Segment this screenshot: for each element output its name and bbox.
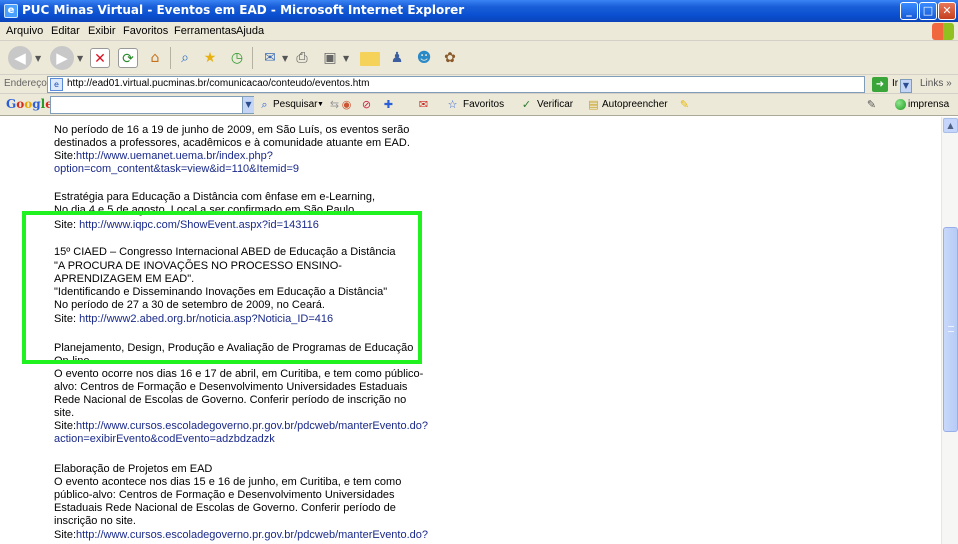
mail-alert-icon[interactable]: ✉ bbox=[417, 98, 430, 111]
scroll-up-icon[interactable]: ▲ bbox=[943, 118, 958, 133]
content-line: Site:http://www.cursos.escoladegoverno.p… bbox=[54, 529, 429, 541]
content-line: Rede Nacional de Escolas de Governo. Con… bbox=[54, 394, 407, 406]
toolbar: ◀ ▼ ▶ ▼ ✕ ⟳ ⌂ ⌕ ★ ◷ ✉ ▼ ⎙ ▣ ▼ ♟ ☻ ✿ bbox=[0, 41, 958, 75]
pesquisar-button[interactable]: Pesquisar bbox=[273, 99, 317, 110]
options-icon[interactable]: ✚ bbox=[382, 98, 395, 111]
menu-arquivo[interactable]: Arquivo bbox=[6, 25, 43, 37]
history-icon[interactable]: ◷ bbox=[227, 48, 247, 68]
google-search-dropdown-icon[interactable]: ▼ bbox=[242, 97, 254, 113]
go-arrow-icon[interactable]: ➜ bbox=[872, 77, 888, 92]
content-line: O evento acontece nos dias 15 e 16 de ju… bbox=[54, 476, 402, 488]
content-line: site. bbox=[54, 407, 75, 419]
favoritos-button[interactable]: Favoritos bbox=[463, 99, 504, 110]
edit-dropdown-icon[interactable]: ▼ bbox=[343, 54, 349, 63]
print-icon[interactable]: ⎙ bbox=[292, 48, 312, 68]
event-link[interactable]: http://www.uemanet.uema.br/index.php? bbox=[76, 150, 273, 162]
mail-icon[interactable]: ✉ bbox=[260, 48, 280, 68]
back-icon[interactable]: ◀ bbox=[8, 46, 32, 70]
menu-exibir[interactable]: Exibir bbox=[88, 25, 116, 37]
ie-page-icon: e bbox=[4, 4, 18, 18]
edit-icon[interactable]: ▣ bbox=[320, 48, 340, 68]
favorites-icon[interactable]: ★ bbox=[200, 48, 220, 68]
forward-icon[interactable]: ▶ bbox=[50, 46, 74, 70]
favorites-star-icon: ☆ bbox=[447, 98, 458, 111]
maximize-icon[interactable]: □ bbox=[919, 2, 937, 20]
pesquisar-dropdown-icon[interactable]: ▼ bbox=[317, 101, 324, 108]
messenger-icon[interactable]: ♟ bbox=[387, 48, 407, 68]
content-line: Site:http://www.cursos.escoladegoverno.p… bbox=[54, 420, 429, 432]
refresh-icon[interactable]: ⟳ bbox=[118, 48, 138, 68]
address-field[interactable]: e http://ead01.virtual.pucminas.br/comun… bbox=[47, 76, 912, 93]
close-icon[interactable]: ✕ bbox=[938, 2, 956, 20]
forward-dropdown-icon[interactable]: ▼ bbox=[77, 54, 83, 63]
menu-ferramentas[interactable]: Ferramentas bbox=[174, 25, 236, 37]
page-icon: e bbox=[50, 78, 63, 91]
pagerank-icon[interactable]: ◉ bbox=[340, 98, 353, 111]
status-dot-icon bbox=[895, 99, 906, 110]
menu-ajuda[interactable]: Ajuda bbox=[236, 25, 264, 37]
content-line: inscrição no site. bbox=[54, 515, 136, 527]
highlighter-icon[interactable]: ✎ bbox=[678, 98, 691, 111]
back-dropdown-icon[interactable]: ▼ bbox=[35, 54, 41, 63]
content-line: Estaduais Rede Nacional de Escolas de Go… bbox=[54, 502, 396, 514]
scrollbar-thumb[interactable] bbox=[943, 227, 958, 432]
go-button[interactable]: Ir bbox=[892, 78, 898, 89]
address-bar: Endereço e http://ead01.virtual.pucminas… bbox=[0, 75, 958, 94]
autopreencher-button[interactable]: Autopreencher bbox=[602, 99, 668, 110]
verificar-button[interactable]: Verificar bbox=[537, 99, 573, 110]
links-button[interactable]: Links » bbox=[920, 78, 952, 89]
address-dropdown-icon[interactable]: ▼ bbox=[900, 79, 912, 93]
event-link[interactable]: action=exibirEvento&codEvento=adzbdzadzk bbox=[54, 433, 275, 445]
highlight-box bbox=[22, 211, 422, 364]
imprensa-button[interactable]: imprensa bbox=[908, 99, 949, 110]
home-icon[interactable]: ⌂ bbox=[145, 48, 165, 68]
content-line: action=exibirEvento&codEvento=adzbdzadzk bbox=[54, 433, 275, 445]
settings-wrench-icon[interactable]: ✎ bbox=[865, 98, 878, 111]
google-logo[interactable]: Google bbox=[6, 97, 53, 111]
stop-icon[interactable]: ✕ bbox=[90, 48, 110, 68]
scrollbar-grip-icon bbox=[948, 326, 954, 332]
spellcheck-icon: ✓ bbox=[521, 98, 532, 111]
event-link[interactable]: http://www.cursos.escoladegoverno.pr.gov… bbox=[76, 529, 428, 541]
address-url[interactable]: http://ead01.virtual.pucminas.br/comunic… bbox=[67, 78, 369, 89]
google-search-icon: ⌕ bbox=[261, 98, 268, 111]
event-link[interactable]: option=com_content&task=view&id=110&Item… bbox=[54, 163, 299, 175]
minimize-icon[interactable]: _ bbox=[900, 2, 918, 20]
research-icon[interactable]: ☻ bbox=[414, 48, 434, 68]
mail-dropdown-icon[interactable]: ▼ bbox=[282, 54, 288, 63]
google-toolbar: Google ▼ ⌕ Pesquisar ▼ ⇆ ◉ ⊘ ✚ ✉ ☆ Favor… bbox=[0, 94, 958, 116]
content-line: destinados a professores, acadêmicos e à… bbox=[54, 137, 410, 149]
autofill-icon: ▤ bbox=[588, 98, 599, 111]
menu-bar: Arquivo Editar Exibir Favoritos Ferramen… bbox=[0, 22, 958, 41]
google-search-input[interactable] bbox=[50, 96, 254, 114]
content-line: Estratégia para Educação a Distância com… bbox=[54, 191, 376, 203]
content-line: Elaboração de Projetos em EAD bbox=[54, 463, 213, 475]
vertical-scrollbar[interactable]: ▲ bbox=[941, 117, 958, 544]
popup-blocker-icon[interactable]: ⊘ bbox=[360, 98, 373, 111]
address-label: Endereço bbox=[4, 78, 47, 89]
event-link[interactable]: http://www.cursos.escoladegoverno.pr.gov… bbox=[76, 420, 428, 432]
menu-favoritos[interactable]: Favoritos bbox=[123, 25, 168, 37]
content-line: No período de 16 a 19 de junho de 2009, … bbox=[54, 124, 410, 136]
content-line: público-alvo: Centros de Formação e Dese… bbox=[54, 489, 395, 501]
folder-icon[interactable] bbox=[360, 52, 380, 66]
content-line: O evento ocorre nos dias 16 e 17 de abri… bbox=[54, 368, 424, 380]
misc-icon[interactable]: ✿ bbox=[440, 48, 460, 68]
search-icon[interactable]: ⌕ bbox=[175, 48, 195, 68]
content-line: alvo: Centros de Formação e Desenvolvime… bbox=[54, 381, 408, 393]
title-bar: e PUC Minas Virtual - Eventos em EAD - M… bbox=[0, 0, 958, 22]
window-title: PUC Minas Virtual - Eventos em EAD - Mic… bbox=[22, 3, 465, 17]
content-line: Site:http://www.uemanet.uema.br/index.ph… bbox=[54, 150, 273, 162]
content-line: option=com_content&task=view&id=110&Item… bbox=[54, 163, 299, 175]
windows-logo-icon bbox=[932, 23, 954, 40]
menu-editar[interactable]: Editar bbox=[51, 25, 80, 37]
